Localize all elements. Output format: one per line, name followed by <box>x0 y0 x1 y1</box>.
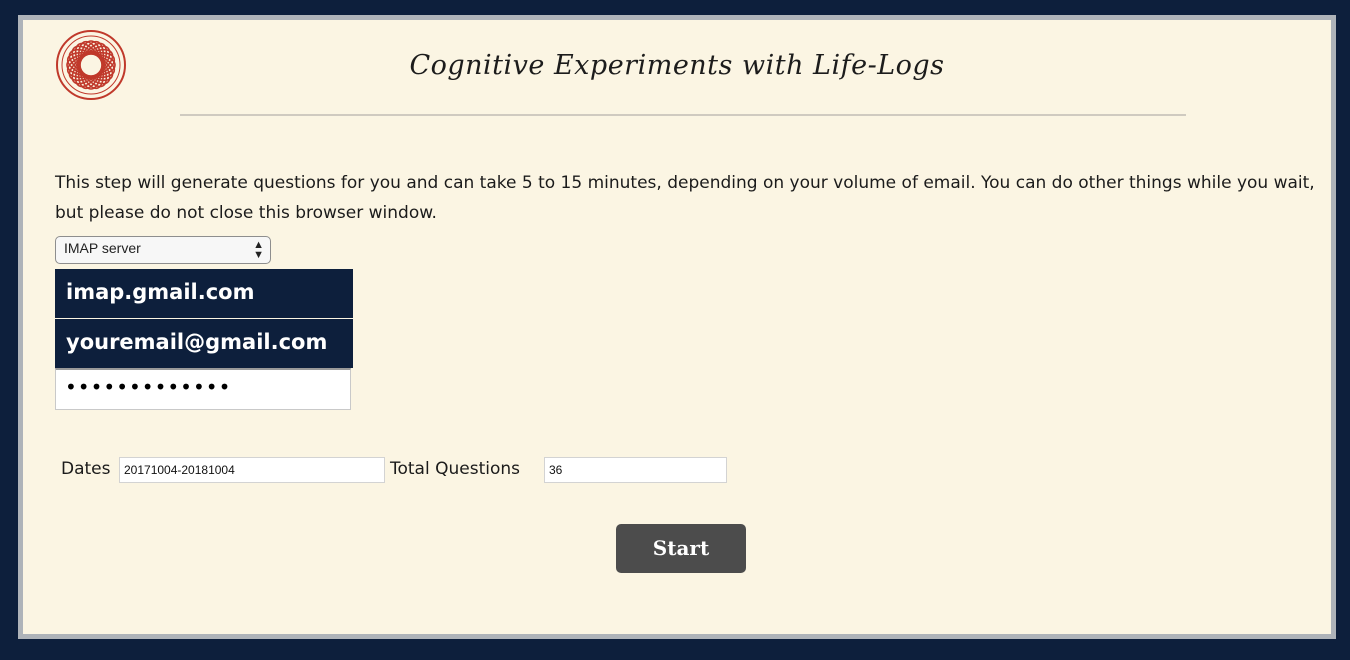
server-type-select[interactable]: IMAP server ▲ ▼ <box>55 236 271 264</box>
title-divider <box>180 114 1186 116</box>
instructions-text: This step will generate questions for yo… <box>55 173 1315 223</box>
total-questions-input[interactable]: 36 <box>544 457 727 483</box>
email-input[interactable]: youremail@gmail.com <box>55 319 353 368</box>
imap-host-input[interactable]: imap.gmail.com <box>55 269 353 318</box>
server-type-selected: IMAP server <box>64 240 141 256</box>
dates-label: Dates <box>61 459 111 479</box>
page-title: Cognitive Experiments with Life-Logs <box>409 50 945 81</box>
password-input[interactable]: ••••••••••••• <box>55 368 351 410</box>
start-button[interactable]: Start <box>616 524 746 573</box>
total-questions-label: Total Questions <box>390 459 520 479</box>
dates-input[interactable]: 20171004-20181004 <box>119 457 385 483</box>
select-arrows-icon: ▲ ▼ <box>253 239 264 261</box>
main-panel: Cognitive Experiments with Life-Logs Thi… <box>18 15 1336 639</box>
